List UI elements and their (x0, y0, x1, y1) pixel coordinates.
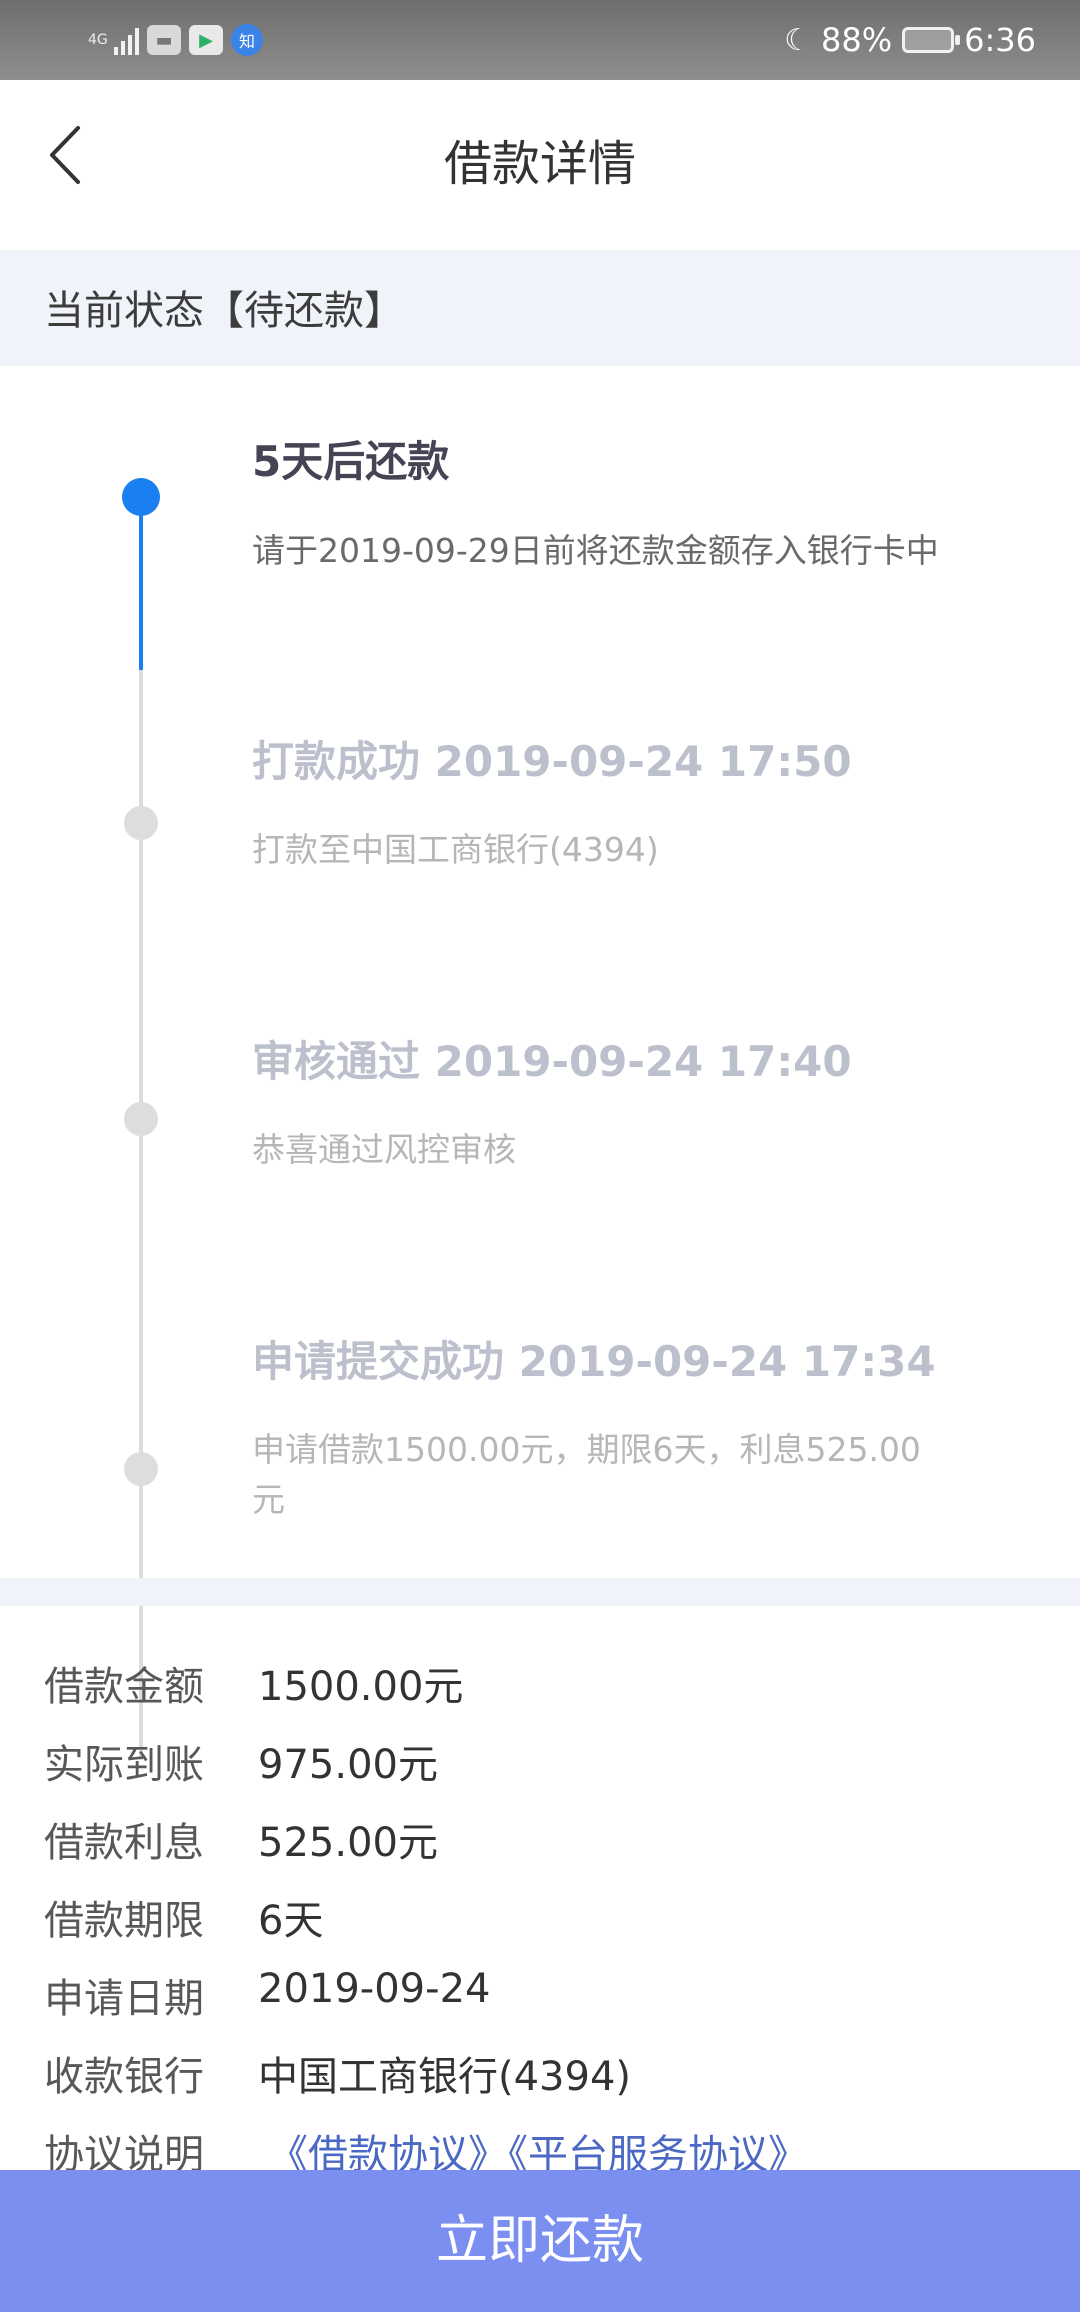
network-type: 4G (88, 32, 108, 48)
detail-label: 实际到账 (44, 1742, 204, 1788)
detail-row: 实际到账 975.00元 (0, 1732, 1080, 1792)
detail-label: 借款金额 (44, 1664, 204, 1710)
nav-bar: 借款详情 (0, 80, 1080, 230)
status-bar-left: 4G ▬ ▶ 知 (88, 18, 263, 62)
detail-label: 借款期限 (44, 1898, 204, 1944)
timeline-dot (124, 806, 158, 840)
timeline-step-title: 5天后还款 (252, 437, 450, 486)
section-divider (0, 1578, 1080, 1606)
battery-percent: 88% (821, 21, 893, 59)
detail-value: 525.00元 (258, 1820, 438, 1866)
clock: 6:36 (964, 21, 1036, 59)
timeline-step-title: 审核通过 2019-09-24 17:40 (252, 1037, 852, 1086)
battery-icon (902, 27, 961, 53)
detail-row: 申请日期 2019-09-24 (0, 1966, 1080, 2026)
zhihu-icon: 知 (231, 24, 263, 56)
repay-now-button[interactable]: 立即还款 (0, 2170, 1080, 2312)
timeline-line-active (139, 498, 143, 670)
timeline-step-desc: 申请借款1500.00元，期限6天，利息525.00元 (252, 1430, 921, 1519)
play-store-icon: ▶ (189, 25, 223, 55)
timeline-step-desc: 恭喜通过风控审核 (252, 1130, 516, 1169)
page-title: 借款详情 (443, 136, 636, 192)
detail-row: 收款银行 中国工商银行(4394) (0, 2044, 1080, 2104)
signal-icon (114, 25, 139, 55)
timeline-dot-active (122, 478, 160, 516)
detail-value: 975.00元 (258, 1742, 438, 1788)
status-bar-right: ☾ 88% 6:36 (784, 18, 1036, 62)
current-status-bar: 当前状态【待还款】 (0, 250, 1080, 366)
detail-row: 借款金额 1500.00元 (0, 1654, 1080, 1714)
timeline-dot (124, 1102, 158, 1136)
detail-label: 借款利息 (44, 1820, 204, 1866)
timeline-step-title: 打款成功 2019-09-24 17:50 (252, 737, 852, 786)
timeline-step-title: 申请提交成功 2019-09-24 17:34 (252, 1337, 936, 1386)
detail-value: 1500.00元 (258, 1664, 464, 1710)
loan-timeline: 5天后还款 请于2019-09-29日前将还款金额存入银行卡中 打款成功 201… (0, 378, 1080, 1760)
timeline-dot (124, 1452, 158, 1486)
detail-value: 2019-09-24 (258, 1966, 491, 2012)
timeline-step-desc: 打款至中国工商银行(4394) (252, 830, 659, 869)
timeline-step-desc: 请于2019-09-29日前将还款金额存入银行卡中 (252, 531, 939, 570)
detail-label: 申请日期 (44, 1976, 204, 2022)
detail-row: 借款利息 525.00元 (0, 1810, 1080, 1870)
moon-icon: ☾ (784, 22, 812, 58)
detail-row: 借款期限 6天 (0, 1888, 1080, 1948)
detail-value: 6天 (258, 1898, 324, 1944)
briefcase-icon: ▬ (147, 25, 181, 55)
detail-label: 收款银行 (44, 2054, 204, 2100)
detail-value: 中国工商银行(4394) (258, 2054, 632, 2100)
current-status-text: 当前状态【待还款】 (44, 288, 404, 334)
status-bar: 4G ▬ ▶ 知 ☾ 88% 6:36 (0, 0, 1080, 80)
